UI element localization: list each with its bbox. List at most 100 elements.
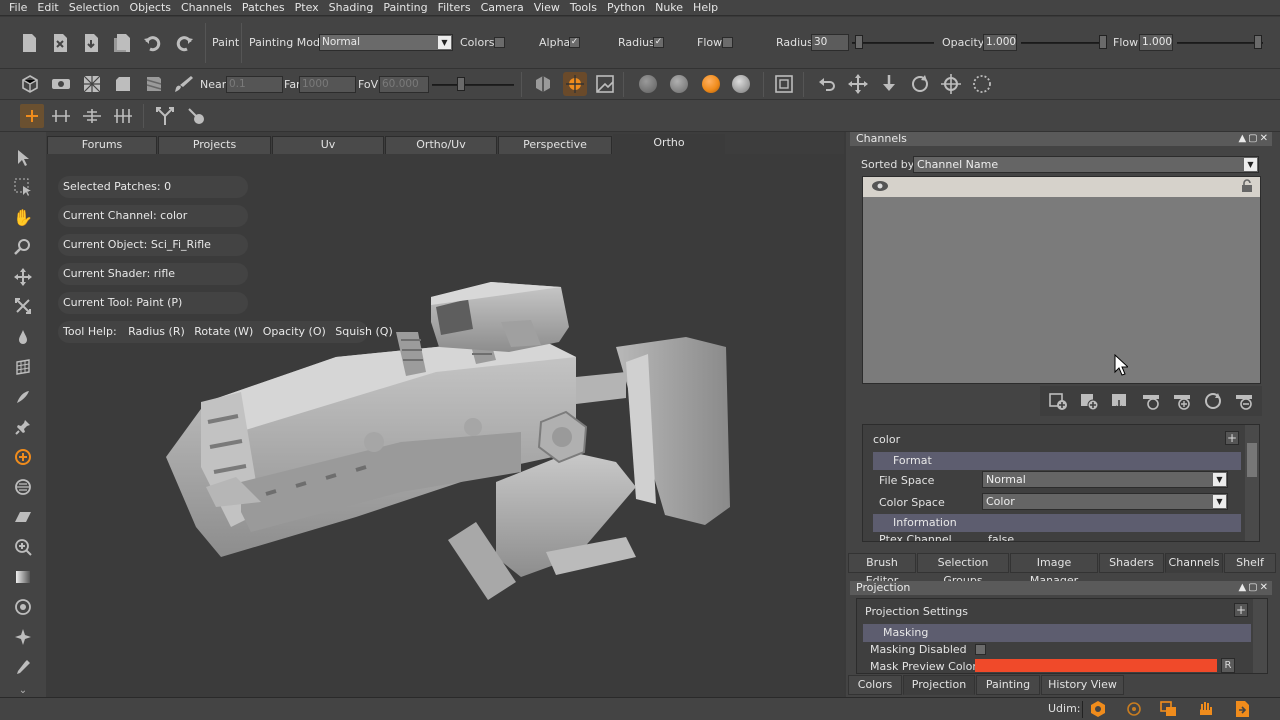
radius-slider-handle[interactable]: [855, 35, 863, 49]
redo-history-icon[interactable]: [172, 31, 196, 55]
flow-input[interactable]: 1.000: [1139, 34, 1173, 51]
transform-icon[interactable]: [939, 72, 963, 96]
lasso-select-icon[interactable]: [970, 72, 994, 96]
radius-slider-track[interactable]: [852, 42, 934, 44]
menu-file[interactable]: File: [4, 0, 32, 16]
radius-input[interactable]: 30: [811, 34, 849, 51]
flow-slider-handle[interactable]: [1254, 35, 1262, 49]
place-point-icon[interactable]: [20, 104, 44, 128]
tab-selection-groups[interactable]: Selection Groups: [917, 553, 1009, 587]
mask-preview-color-swatch[interactable]: [975, 659, 1217, 672]
paint-through-icon[interactable]: [563, 72, 587, 96]
transform-arrows-icon[interactable]: [12, 295, 34, 317]
new-channel-icon[interactable]: [1046, 389, 1070, 413]
menu-view[interactable]: View: [529, 0, 565, 16]
radius-checkbox[interactable]: ✓: [653, 37, 664, 48]
paint-drop-icon[interactable]: [12, 326, 34, 348]
opacity-input[interactable]: 1.000: [983, 34, 1017, 51]
menu-filters[interactable]: Filters: [433, 0, 476, 16]
texture-view-icon[interactable]: [142, 72, 166, 96]
3d-viewport[interactable]: Selected Patches: 0 Current Channel: col…: [46, 154, 844, 697]
alpha-checkbox[interactable]: ✓: [569, 37, 580, 48]
lock-icon[interactable]: [1240, 179, 1254, 196]
marquee-select-icon[interactable]: [12, 176, 34, 198]
tab-projection[interactable]: Projection: [903, 675, 975, 695]
locator-icon[interactable]: [184, 104, 208, 128]
specular-sphere-icon[interactable]: [732, 75, 750, 93]
udim-hex-icon[interactable]: [1090, 700, 1106, 720]
bake-channel-icon[interactable]: [1139, 389, 1163, 413]
properties-scrollbar[interactable]: [1245, 425, 1259, 541]
sorted-by-dropdown[interactable]: Channel Name ▼: [913, 156, 1259, 173]
tab-shaders[interactable]: Shaders: [1099, 553, 1164, 573]
fov-input[interactable]: 60.000: [379, 76, 429, 93]
zoom-icon[interactable]: [12, 236, 34, 258]
new-file-icon[interactable]: [17, 31, 41, 55]
channel-list[interactable]: [862, 176, 1261, 384]
import-channel-icon[interactable]: [1108, 389, 1132, 413]
opacity-slider-track[interactable]: [1021, 42, 1107, 44]
undo-icon[interactable]: [815, 72, 839, 96]
masking-group-header[interactable]: Masking: [863, 624, 1251, 642]
import-icon[interactable]: [79, 31, 103, 55]
menu-painting[interactable]: Painting: [378, 0, 432, 16]
hand-pan-icon[interactable]: ✋: [12, 206, 34, 228]
menu-objects[interactable]: Objects: [124, 0, 176, 16]
full-shading-sphere-icon[interactable]: [702, 75, 720, 93]
clone-stamp-icon[interactable]: [12, 536, 34, 558]
udim-hand-icon[interactable]: [1197, 700, 1215, 720]
flow-checkbox[interactable]: [722, 37, 733, 48]
projection-shield-icon[interactable]: [531, 72, 555, 96]
tab-painting[interactable]: Painting: [976, 675, 1040, 695]
eraser-icon[interactable]: [12, 506, 34, 528]
tab-uv[interactable]: Uv: [272, 136, 384, 154]
scrollbar-thumb[interactable]: [1247, 443, 1257, 477]
menu-tools[interactable]: Tools: [565, 0, 602, 16]
mask-color-reset-button[interactable]: R: [1221, 658, 1235, 673]
paint-brush-icon[interactable]: [172, 72, 196, 96]
menu-nuke[interactable]: Nuke: [650, 0, 688, 16]
fov-slider-handle[interactable]: [457, 77, 465, 91]
tab-ortho[interactable]: Ortho: [613, 134, 725, 154]
flow-slider-track[interactable]: [1177, 42, 1263, 44]
menu-camera[interactable]: Camera: [476, 0, 529, 16]
align-center-icon[interactable]: [80, 104, 104, 128]
add-channel-icon[interactable]: [1170, 389, 1194, 413]
painting-mode-dropdown[interactable]: Normal ▼: [319, 34, 453, 51]
tab-channels[interactable]: Channels: [1165, 553, 1223, 573]
scatter-arrows-icon[interactable]: [153, 104, 177, 128]
add-layer-icon[interactable]: [1077, 389, 1101, 413]
patch-grid-icon[interactable]: [80, 72, 104, 96]
frame-icon[interactable]: [772, 72, 796, 96]
near-input[interactable]: 0.1: [226, 76, 283, 93]
menu-shading[interactable]: Shading: [324, 0, 379, 16]
projection-scrollbar[interactable]: [1253, 599, 1267, 673]
tab-shelf[interactable]: Shelf: [1224, 553, 1276, 573]
shaded-view-icon[interactable]: [111, 72, 135, 96]
tab-brush-editor[interactable]: Brush Editor: [848, 553, 916, 587]
refresh-channel-icon[interactable]: [1201, 389, 1225, 413]
move-icon[interactable]: [846, 72, 870, 96]
close-file-icon[interactable]: [48, 31, 72, 55]
paint-tool-active-icon[interactable]: [12, 446, 34, 468]
panel-window-buttons-icon[interactable]: ▲▢✕: [1238, 132, 1270, 146]
menu-ptex[interactable]: Ptex: [290, 0, 324, 16]
visibility-eye-icon[interactable]: [871, 180, 889, 195]
undo-history-icon[interactable]: [141, 31, 165, 55]
flat-shading-sphere-icon[interactable]: [639, 75, 657, 93]
opacity-slider-handle[interactable]: [1099, 35, 1107, 49]
menu-edit[interactable]: Edit: [32, 0, 63, 16]
distribute-icon[interactable]: [111, 104, 135, 128]
expand-plus-icon[interactable]: +: [1234, 603, 1248, 617]
rotate-icon[interactable]: [908, 72, 932, 96]
file-space-dropdown[interactable]: Normal ▼: [982, 471, 1228, 488]
color-space-dropdown[interactable]: Color ▼: [982, 493, 1228, 510]
far-input[interactable]: 1000: [299, 76, 356, 93]
menu-selection[interactable]: Selection: [64, 0, 125, 16]
tab-colors[interactable]: Colors: [848, 675, 902, 695]
save-icon[interactable]: [110, 31, 134, 55]
udim-circle-icon[interactable]: [1126, 701, 1142, 720]
udim-layers-icon[interactable]: [1160, 701, 1178, 720]
select-arrow-icon[interactable]: [12, 147, 34, 169]
panel-window-buttons-icon[interactable]: ▲▢✕: [1238, 581, 1270, 595]
